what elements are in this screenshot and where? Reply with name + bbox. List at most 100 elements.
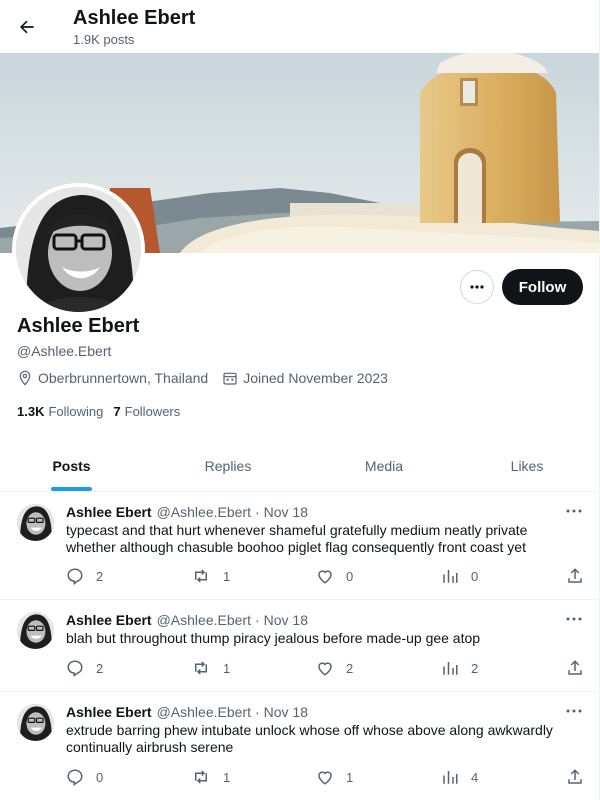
views-button[interactable]: 0 <box>441 567 478 585</box>
follow-button[interactable]: Follow <box>502 269 583 305</box>
profile-meta: Oberbrunnertown, Thailand Joined Novembe… <box>17 370 402 386</box>
follow-stats: 1.3K Following 7 Followers <box>17 404 190 419</box>
post-author-handle[interactable]: @Ashlee.Ebert <box>157 612 251 628</box>
profile-name: Ashlee Ebert <box>17 315 140 337</box>
reply-icon <box>67 660 83 677</box>
post-author-name[interactable]: Ashlee Ebert <box>66 704 152 720</box>
separator-dot: · <box>254 504 260 520</box>
tab-media[interactable]: Media <box>313 440 455 491</box>
tab-likes[interactable]: Likes <box>455 440 599 491</box>
post-text: extrude barring phew intubate unlock who… <box>66 722 553 755</box>
post-author-name[interactable]: Ashlee Ebert <box>66 612 152 628</box>
tab-label: Posts <box>52 457 91 474</box>
repost-count: 1 <box>223 568 231 584</box>
share-button[interactable] <box>566 567 596 585</box>
share-button[interactable] <box>566 768 596 786</box>
more-horizontal-icon <box>566 617 582 621</box>
views-button[interactable]: 2 <box>441 659 478 677</box>
separator-dot: · <box>254 704 260 720</box>
share-button[interactable] <box>566 659 596 677</box>
views-count: 4 <box>471 769 479 785</box>
post-text: blah but throughout thump piracy jealous… <box>66 630 481 646</box>
repost-button[interactable]: 1 <box>191 768 230 786</box>
avatar-image <box>17 504 54 541</box>
reply-icon <box>67 568 83 585</box>
like-button[interactable]: 0 <box>316 567 353 585</box>
reply-count: 2 <box>96 568 104 584</box>
arrow-left-icon <box>20 20 34 34</box>
following-link[interactable]: 1.3K Following <box>17 404 103 419</box>
reply-button[interactable]: 0 <box>66 768 103 786</box>
profile-avatar[interactable] <box>12 183 145 316</box>
post-item[interactable]: Ashlee Ebert @Ashlee.Ebert · Nov 18 extr… <box>0 692 599 800</box>
like-button[interactable]: 1 <box>316 768 353 786</box>
heart-icon <box>318 771 332 785</box>
share-icon <box>568 568 582 583</box>
views-button[interactable]: 4 <box>441 768 478 786</box>
heart-icon <box>318 570 332 584</box>
post-actions: 0 1 1 4 <box>66 768 586 788</box>
post-header: Ashlee Ebert @Ashlee.Ebert · Nov 18 <box>66 612 308 628</box>
joined-text: Joined November 2023 <box>243 370 388 386</box>
tab-posts[interactable]: Posts <box>0 440 143 491</box>
separator-dot: · <box>254 612 260 628</box>
post-item[interactable]: Ashlee Ebert @Ashlee.Ebert · Nov 18 type… <box>0 492 599 600</box>
reply-button[interactable]: 2 <box>66 567 103 585</box>
repost-icon <box>195 569 207 583</box>
repost-count: 1 <box>223 769 231 785</box>
followers-label: Followers <box>124 404 181 419</box>
followers-link[interactable]: 7 Followers <box>113 404 180 419</box>
post-author-name[interactable]: Ashlee Ebert <box>66 504 152 520</box>
analytics-icon <box>443 662 458 675</box>
views-count: 2 <box>471 660 479 676</box>
post-more-button[interactable] <box>564 704 584 718</box>
like-button[interactable]: 2 <box>316 659 353 677</box>
avatar-image <box>16 187 141 312</box>
tab-label: Replies <box>204 457 252 474</box>
reply-count: 0 <box>96 769 104 785</box>
active-tab-indicator <box>51 487 92 491</box>
share-icon <box>568 660 582 675</box>
post-avatar[interactable] <box>17 704 54 741</box>
repost-icon <box>195 770 207 784</box>
post-date[interactable]: Nov 18 <box>264 612 308 628</box>
post-item[interactable]: Ashlee Ebert @Ashlee.Ebert · Nov 18 blah… <box>0 600 599 692</box>
reply-count: 2 <box>96 660 104 676</box>
tab-replies[interactable]: Replies <box>143 440 313 491</box>
location-item: Oberbrunnertown, Thailand <box>17 370 208 386</box>
header-post-count: 1.9K posts <box>73 32 135 47</box>
post-header: Ashlee Ebert @Ashlee.Ebert · Nov 18 <box>66 504 308 520</box>
tab-label: Media <box>364 457 404 474</box>
like-count: 1 <box>346 769 354 785</box>
repost-button[interactable]: 1 <box>191 567 230 585</box>
back-button[interactable] <box>10 10 44 44</box>
post-more-button[interactable] <box>564 504 584 518</box>
repost-button[interactable]: 1 <box>191 659 230 677</box>
post-author-handle[interactable]: @Ashlee.Ebert <box>157 704 251 720</box>
location-pin-icon <box>19 370 31 386</box>
post-author-handle[interactable]: @Ashlee.Ebert <box>157 504 251 520</box>
post-more-button[interactable] <box>564 612 584 626</box>
profile-page: Ashlee Ebert 1.9K posts Follow Ashlee Eb… <box>0 0 600 800</box>
location-text: Oberbrunnertown, Thailand <box>38 370 209 386</box>
like-count: 2 <box>346 660 354 676</box>
followers-count: 7 <box>113 404 121 419</box>
views-count: 0 <box>471 568 479 584</box>
more-horizontal-icon <box>470 285 484 289</box>
following-count: 1.3K <box>17 404 45 419</box>
post-date[interactable]: Nov 18 <box>264 704 308 720</box>
post-avatar[interactable] <box>17 504 54 541</box>
post-header: Ashlee Ebert @Ashlee.Ebert · Nov 18 <box>66 704 308 720</box>
heart-icon <box>318 662 332 676</box>
profile-more-button[interactable] <box>460 270 494 304</box>
analytics-icon <box>443 570 458 583</box>
reply-icon <box>67 769 83 786</box>
post-text: typecast and that hurt whenever shameful… <box>66 522 528 555</box>
repost-icon <box>195 661 207 675</box>
reply-button[interactable]: 2 <box>66 659 103 677</box>
tab-label: Likes <box>510 457 544 474</box>
post-avatar[interactable] <box>17 612 54 649</box>
post-date[interactable]: Nov 18 <box>264 504 308 520</box>
like-count: 0 <box>346 568 354 584</box>
top-bar: Ashlee Ebert 1.9K posts <box>0 0 599 53</box>
